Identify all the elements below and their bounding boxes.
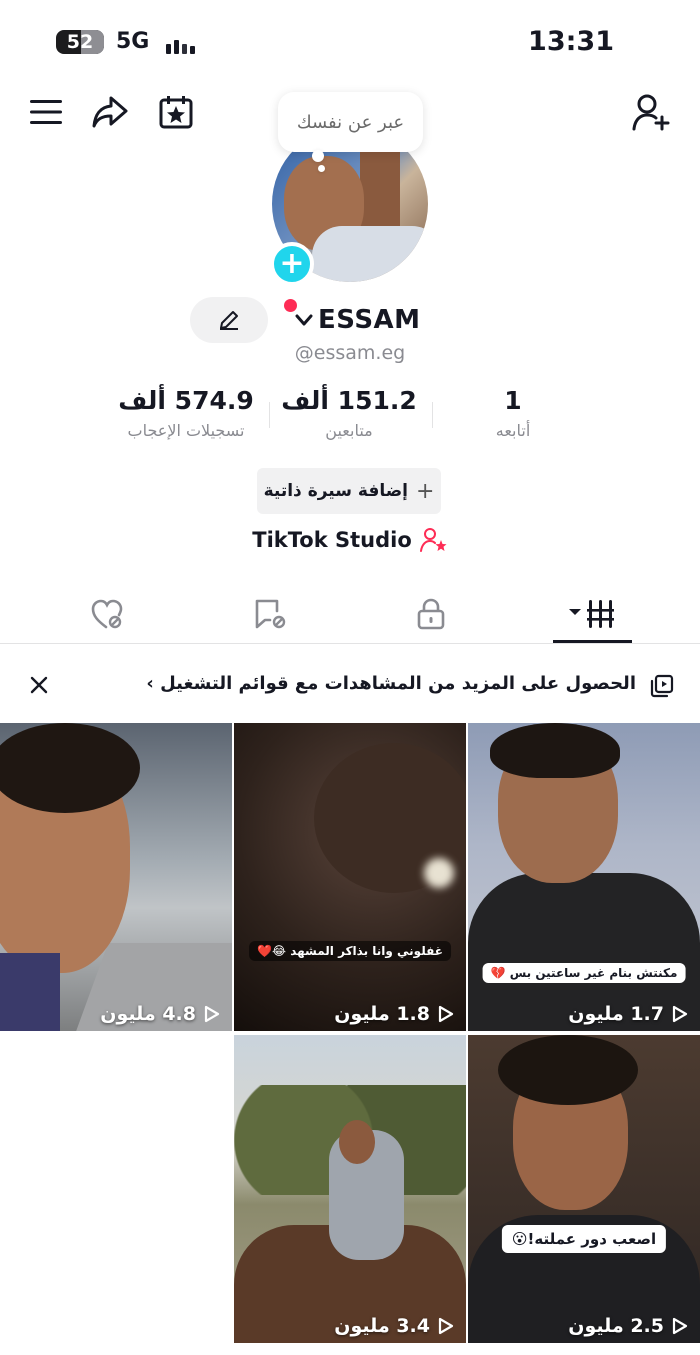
tiktok-studio-link[interactable]: TikTok Studio (0, 527, 700, 553)
status-bar: 52 5G 13:31 (0, 0, 700, 86)
view-count-text: 2.5 مليون (568, 1315, 664, 1337)
video-caption: مكنتش بنام غير ساعتين بس 💔 (482, 963, 686, 983)
view-count-text: 4.8 مليون (100, 1003, 196, 1025)
view-count-text: 1.8 مليون (334, 1003, 430, 1025)
content-tabs (0, 586, 700, 644)
menu-icon[interactable] (26, 92, 66, 132)
add-story-icon[interactable]: + (270, 242, 314, 286)
active-tab-indicator (553, 640, 632, 643)
stat-divider (269, 402, 270, 428)
play-icon (672, 1005, 688, 1023)
play-icon (204, 1005, 220, 1023)
account-switcher[interactable]: ESSAM (284, 300, 421, 340)
following-count: 1 (504, 386, 522, 415)
note-bubble[interactable]: عبر عن نفسك (278, 92, 423, 152)
studio-user-star-icon (419, 528, 447, 552)
view-count: 4.8 مليون (0, 1003, 232, 1025)
calendar-star-icon[interactable] (156, 92, 196, 132)
view-count: 1.8 مليون (234, 1003, 466, 1025)
network-type: 5G (116, 29, 150, 54)
playlist-banner-text[interactable]: الحصول على المزيد من المشاهدات مع قوائم … (146, 673, 636, 694)
studio-label: TikTok Studio (252, 528, 412, 552)
likes-stat[interactable]: 574.9 ألف تسجيلات الإعجاب (96, 386, 276, 440)
video-caption: اصعب دور عملته!😮 (501, 1225, 667, 1253)
chevron-down-icon (295, 314, 313, 326)
tab-private[interactable] (391, 586, 471, 642)
view-count: 3.4 مليون (234, 1315, 466, 1337)
followers-label: متابعين (325, 421, 373, 440)
signal-icon (166, 32, 195, 54)
likes-label: تسجيلات الإعجاب (127, 421, 245, 440)
profile-name: ESSAM (318, 305, 421, 335)
note-bubble-text: عبر عن نفسك (296, 111, 405, 133)
grid-icon (569, 600, 614, 628)
followers-count: 151.2 ألف (281, 386, 417, 415)
view-count-text: 3.4 مليون (334, 1315, 430, 1337)
add-user-icon[interactable] (632, 92, 672, 132)
add-bio-button[interactable]: إضافة سيرة ذاتية + (257, 468, 441, 514)
tab-videos[interactable] (553, 586, 633, 642)
tab-reposts[interactable] (231, 586, 311, 642)
edit-profile-button[interactable] (190, 297, 268, 343)
pencil-icon (220, 311, 238, 330)
following-stat[interactable]: 1 أتابعه (423, 386, 603, 440)
close-icon[interactable] (28, 674, 50, 696)
battery-indicator: 52 (56, 30, 104, 54)
plus-icon: + (415, 478, 435, 504)
bubble-tail (312, 150, 324, 162)
followers-stat[interactable]: 151.2 ألف متابعين (259, 386, 439, 440)
view-count-text: 1.7 مليون (568, 1003, 664, 1025)
play-icon (438, 1317, 454, 1335)
play-icon (438, 1005, 454, 1023)
following-label: أتابعه (495, 421, 531, 440)
playlist-banner[interactable]: الحصول على المزيد من المشاهدات مع قوائم … (0, 664, 700, 708)
bubble-tail-small (318, 165, 325, 172)
profile-stats: 574.9 ألف تسجيلات الإعجاب 151.2 ألف متاب… (0, 386, 700, 450)
playlist-icon (650, 674, 674, 698)
video-thumbnail[interactable]: اصعب دور عملته!😮 2.5 مليون (468, 1035, 700, 1343)
video-thumbnail[interactable]: غفلوني وانا بذاكر المشهد 😂❤️ 1.8 مليون (234, 723, 466, 1031)
video-thumbnail[interactable]: مكنتش بنام غير ساعتين بس 💔 1.7 مليون (468, 723, 700, 1031)
video-thumbnail[interactable]: 4.8 مليون (0, 723, 232, 1031)
repost-icon (255, 599, 286, 629)
status-time: 13:31 (528, 26, 614, 57)
lock-icon (417, 598, 445, 630)
video-caption: غفلوني وانا بذاكر المشهد 😂❤️ (249, 941, 451, 961)
liked-icon (91, 599, 123, 629)
profile-handle: @essam.eg (294, 342, 406, 364)
view-count: 2.5 مليون (468, 1315, 700, 1337)
share-icon[interactable] (90, 92, 130, 132)
view-count: 1.7 مليون (468, 1003, 700, 1025)
tab-liked[interactable] (68, 586, 148, 642)
play-icon (672, 1317, 688, 1335)
add-bio-label: إضافة سيرة ذاتية (263, 481, 408, 501)
stat-divider (432, 402, 433, 428)
likes-count: 574.9 ألف (118, 386, 254, 415)
battery-percent: 52 (66, 31, 94, 53)
video-thumbnail[interactable]: 3.4 مليون (234, 1035, 466, 1343)
